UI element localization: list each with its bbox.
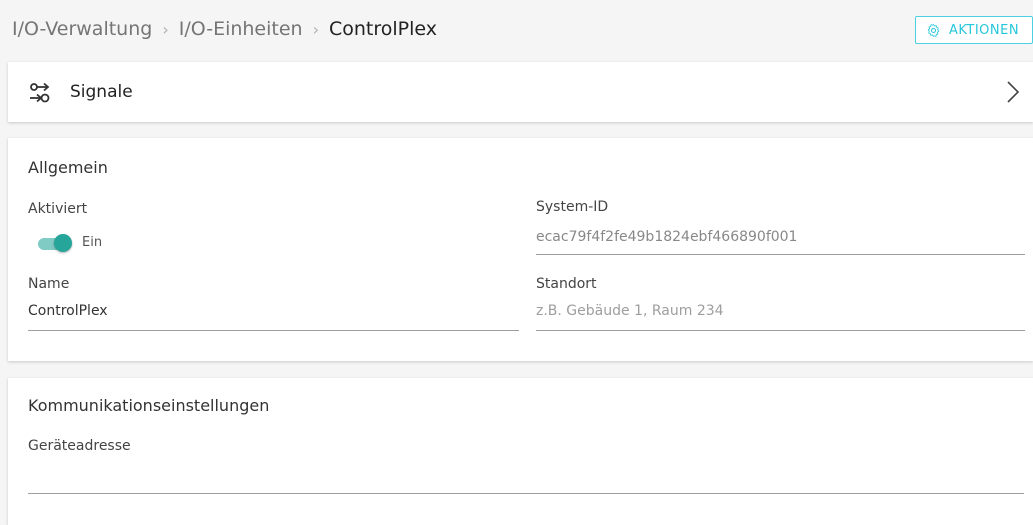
breadcrumb-item-io-units[interactable]: I/O-Einheiten bbox=[179, 18, 303, 40]
activated-label: Aktiviert bbox=[28, 201, 88, 217]
system-id-label: System-ID bbox=[536, 199, 609, 215]
location-underline bbox=[536, 330, 1025, 331]
section-title-general: Allgemein bbox=[28, 158, 108, 177]
page-header: I/O-Verwaltung › I/O-Einheiten › ControlPlex… bbox=[0, 0, 1033, 60]
name-label: Name bbox=[28, 276, 70, 292]
system-id-value: ecac79f4f2fe49b1824ebf466890f001 bbox=[536, 229, 798, 245]
gear-icon bbox=[927, 23, 940, 37]
actions-button[interactable]: AKTIONEN bbox=[915, 16, 1033, 44]
breadcrumb-item-io-management[interactable]: I/O-Verwaltung bbox=[12, 18, 152, 40]
chevron-right-icon[interactable] bbox=[1003, 79, 1023, 105]
breadcrumb-separator: › bbox=[162, 20, 169, 39]
location-label: Standort bbox=[536, 276, 597, 292]
system-id-underline bbox=[536, 254, 1025, 255]
signals-label: Signale bbox=[70, 82, 133, 102]
device-address-label: Geräteadresse bbox=[28, 438, 131, 454]
breadcrumb-separator: › bbox=[312, 20, 319, 39]
communication-section: Kommunikationseinstellungen Geräteadress… bbox=[8, 378, 1033, 525]
device-address-underline bbox=[28, 493, 1024, 494]
actions-button-label: AKTIONEN bbox=[949, 22, 1020, 38]
breadcrumb-current: ControlPlex bbox=[329, 18, 438, 40]
name-input[interactable]: ControlPlex bbox=[28, 303, 108, 319]
device-address-input[interactable] bbox=[28, 466, 1024, 488]
general-section: Allgemein Aktiviert Ein System-ID ecac79… bbox=[8, 138, 1033, 361]
activated-toggle[interactable] bbox=[36, 234, 74, 252]
signals-row[interactable]: Signale bbox=[8, 62, 1033, 122]
signals-icon bbox=[30, 82, 50, 103]
location-input[interactable]: z.B. Gebäude 1, Raum 234 bbox=[536, 303, 724, 319]
breadcrumb: I/O-Verwaltung › I/O-Einheiten › ControlPlex bbox=[12, 18, 437, 40]
name-underline bbox=[28, 330, 519, 331]
toggle-thumb bbox=[54, 234, 72, 252]
activated-state-label: Ein bbox=[82, 235, 103, 250]
section-title-communication: Kommunikationseinstellungen bbox=[28, 396, 270, 415]
